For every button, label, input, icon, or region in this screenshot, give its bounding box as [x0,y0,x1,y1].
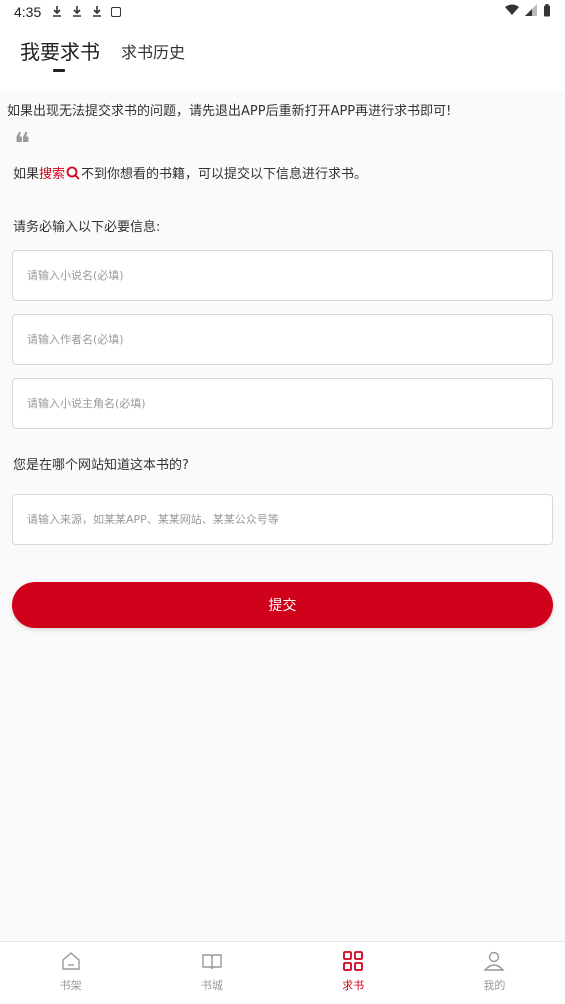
hint-search-link[interactable]: 搜索 [39,163,65,182]
protagonist-field[interactable] [12,378,553,429]
notice-text: 如果出现无法提交求书的问题，请先退出APP后重新打开APP再进行求书即可! [7,104,452,119]
status-bar: 4:35 [0,0,565,24]
protagonist-input[interactable] [27,397,538,410]
hint-text: 如果 搜索 不到你想看的书籍，可以提交以下信息进行求书。 [13,163,367,182]
author-input[interactable] [27,333,538,346]
active-tab-indicator [53,69,65,72]
tab-request-history[interactable]: 求书历史 [121,39,185,63]
wifi-icon [505,4,519,20]
nav-label-request-book: 求书 [342,979,365,992]
download-icon [91,5,103,20]
signal-icon [525,4,537,20]
source-input[interactable] [27,513,538,526]
nav-item-profile[interactable]: 我的 [424,942,565,1004]
download-icon [51,5,63,20]
bookshelf-icon [61,952,80,970]
search-icon[interactable] [66,166,80,180]
app-icon [111,7,122,17]
nav-item-bookshelf[interactable]: 书架 [0,942,141,1004]
quote-icon: ❝ [14,127,31,162]
nav-label-bookshelf: 书架 [59,979,82,992]
required-info-label: 请务必输入以下必要信息: [13,220,161,235]
bottom-nav: 书架 书城 求书 我的 [0,941,565,1004]
profile-icon [483,951,505,971]
submit-button[interactable]: 提交 [12,582,553,628]
nav-label-profile: 我的 [483,979,506,992]
author-field[interactable] [12,314,553,365]
nav-label-book-store: 书城 [200,979,223,992]
download-icon [71,5,83,20]
source-question: 您是在哪个网站知道这本书的? [13,458,189,473]
novel-name-input[interactable] [27,269,538,282]
tab-request-book[interactable]: 我要求书 [20,36,100,65]
hint-prefix: 如果 [13,167,40,182]
battery-icon [543,3,551,21]
nav-item-request-book[interactable]: 求书 [283,942,424,1004]
header-tabs: 我要求书 求书历史 [0,24,565,92]
novel-name-field[interactable] [12,250,553,301]
hint-suffix: 不到你想看的书籍，可以提交以下信息进行求书。 [81,167,368,182]
book-store-icon [202,954,222,970]
request-book-icon [343,951,364,971]
source-field[interactable] [12,494,553,545]
status-time: 4:35 [14,4,42,20]
nav-item-book-store[interactable]: 书城 [141,942,282,1004]
